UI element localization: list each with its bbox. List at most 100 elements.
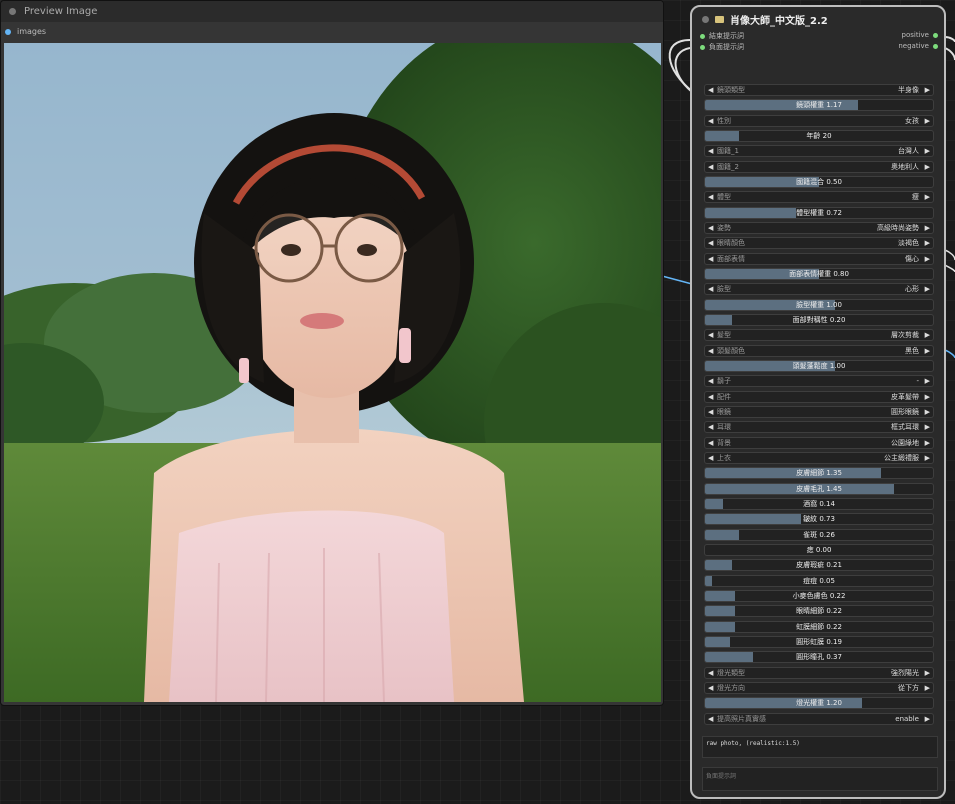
arrow-left-icon[interactable]: ◀ xyxy=(708,85,713,95)
combo-widget[interactable]: ◀ 姿勢 高級時尚姿勢 ▶ xyxy=(704,221,934,234)
arrow-right-icon[interactable]: ▶ xyxy=(925,284,930,294)
slider-widget[interactable]: 面部對稱性 0.20 xyxy=(704,313,934,326)
arrow-right-icon[interactable]: ▶ xyxy=(925,192,930,202)
arrow-left-icon[interactable]: ◀ xyxy=(708,346,713,356)
slider-widget[interactable]: 燈光權重 1.20 xyxy=(704,697,934,710)
slider-widget[interactable]: 酒窩 0.14 xyxy=(704,497,934,510)
combo-widget[interactable]: ◀ 體型 瘦 ▶ xyxy=(704,191,934,204)
arrow-left-icon[interactable]: ◀ xyxy=(708,422,713,432)
images-input-socket-icon[interactable] xyxy=(5,28,11,35)
slider-widget[interactable]: 眼睛細節 0.22 xyxy=(704,605,934,618)
combo-widget[interactable]: ◀ 燈光方向 從下方 ▶ xyxy=(704,681,934,694)
slider-widget[interactable]: 皮膚細節 1.35 xyxy=(704,467,934,480)
arrow-right-icon[interactable]: ▶ xyxy=(925,714,930,724)
slider-widget[interactable]: 痣 0.00 xyxy=(704,543,934,556)
arrow-left-icon[interactable]: ◀ xyxy=(708,714,713,724)
images-input-row[interactable]: images xyxy=(1,22,663,41)
slider-widget[interactable]: 虹膜細節 0.22 xyxy=(704,620,934,633)
arrow-right-icon[interactable]: ▶ xyxy=(925,116,930,126)
arrow-right-icon[interactable]: ▶ xyxy=(925,453,930,463)
combo-widget[interactable]: ◀ 性別 女孩 ▶ xyxy=(704,114,934,127)
combo-widget[interactable]: ◀ 耳環 框式耳環 ▶ xyxy=(704,421,934,434)
slider-widget[interactable]: 皮膚瑕疵 0.21 xyxy=(704,559,934,572)
slider-widget[interactable]: 臉型權重 1.00 xyxy=(704,298,934,311)
output-slot[interactable]: negative xyxy=(898,42,938,50)
slider-widget[interactable]: 小麥色膚色 0.22 xyxy=(704,589,934,602)
arrow-right-icon[interactable]: ▶ xyxy=(925,85,930,95)
combo-widget[interactable]: ◀ 上衣 公主緞禮服 ▶ xyxy=(704,451,934,464)
slider-widget[interactable]: 年齡 20 xyxy=(704,129,934,142)
slider-widget[interactable]: 鏡頭權重 1.17 xyxy=(704,99,934,112)
arrow-left-icon[interactable]: ◀ xyxy=(708,683,713,693)
slider-widget[interactable]: 面部表情權重 0.80 xyxy=(704,267,934,280)
collapse-dot-icon[interactable] xyxy=(702,15,709,23)
arrow-left-icon[interactable]: ◀ xyxy=(708,453,713,463)
arrow-right-icon[interactable]: ▶ xyxy=(925,330,930,340)
arrow-right-icon[interactable]: ▶ xyxy=(925,392,930,402)
arrow-left-icon[interactable]: ◀ xyxy=(708,116,713,126)
arrow-left-icon[interactable]: ◀ xyxy=(708,254,713,264)
arrow-left-icon[interactable]: ◀ xyxy=(708,668,713,678)
arrow-left-icon[interactable]: ◀ xyxy=(708,438,713,448)
arrow-right-icon[interactable]: ▶ xyxy=(925,238,930,248)
positive-prompt-textbox[interactable]: raw photo, (realistic:1.5) xyxy=(702,736,938,758)
slider-widget[interactable]: 國籍混合 0.50 xyxy=(704,175,934,188)
arrow-right-icon[interactable]: ▶ xyxy=(925,422,930,432)
arrow-left-icon[interactable]: ◀ xyxy=(708,407,713,417)
preview-image-node[interactable]: Preview Image images xyxy=(0,0,664,706)
output-socket-icon[interactable] xyxy=(933,43,938,49)
arrow-left-icon[interactable]: ◀ xyxy=(708,238,713,248)
preview-node-title-bar[interactable]: Preview Image xyxy=(1,1,663,22)
arrow-right-icon[interactable]: ▶ xyxy=(925,162,930,172)
slider-widget[interactable]: 體型權重 0.72 xyxy=(704,206,934,219)
arrow-left-icon[interactable]: ◀ xyxy=(708,146,713,156)
arrow-right-icon[interactable]: ▶ xyxy=(925,668,930,678)
arrow-left-icon[interactable]: ◀ xyxy=(708,376,713,386)
output-slot[interactable]: positive xyxy=(902,31,938,39)
negative-prompt-textbox[interactable]: 負面提示詞 xyxy=(702,767,938,791)
arrow-right-icon[interactable]: ▶ xyxy=(925,223,930,233)
combo-widget[interactable]: ◀ 國籍_1 台灣人 ▶ xyxy=(704,145,934,158)
slider-widget[interactable]: 圓形瞳孔 0.37 xyxy=(704,651,934,664)
arrow-right-icon[interactable]: ▶ xyxy=(925,683,930,693)
slider-widget[interactable]: 皺紋 0.73 xyxy=(704,513,934,526)
combo-widget[interactable]: ◀ 鬍子 - ▶ xyxy=(704,375,934,388)
output-socket-icon[interactable] xyxy=(933,32,938,38)
slider-widget[interactable]: 頭髮蓬鬆度 1.00 xyxy=(704,359,934,372)
arrow-right-icon[interactable]: ▶ xyxy=(925,407,930,417)
arrow-right-icon[interactable]: ▶ xyxy=(925,346,930,356)
arrow-left-icon[interactable]: ◀ xyxy=(708,162,713,172)
slider-widget[interactable]: 皮膚毛孔 1.45 xyxy=(704,482,934,495)
input-socket-icon[interactable] xyxy=(700,33,705,39)
arrow-left-icon[interactable]: ◀ xyxy=(708,392,713,402)
portrait-master-node[interactable]: 肖像大師_中文版_2.2 結束提示詞 positive 負面提示詞 negati… xyxy=(690,5,946,799)
combo-widget[interactable]: ◀ 國籍_2 奧地利人 ▶ xyxy=(704,160,934,173)
combo-widget[interactable]: ◀ 配件 皮革髮帶 ▶ xyxy=(704,390,934,403)
slider-widget[interactable]: 雀斑 0.26 xyxy=(704,528,934,541)
combo-widget[interactable]: ◀ 眼睛顏色 淡褐色 ▶ xyxy=(704,237,934,250)
input-socket-icon[interactable] xyxy=(700,44,705,50)
input-slot[interactable]: 負面提示詞 xyxy=(700,42,744,52)
combo-widget[interactable]: ◀ 頭髮顏色 黑色 ▶ xyxy=(704,344,934,357)
combo-widget[interactable]: ◀ 鏡頭類型 半身像 ▶ xyxy=(704,84,934,96)
arrow-right-icon[interactable]: ▶ xyxy=(925,254,930,264)
master-node-title-bar[interactable]: 肖像大師_中文版_2.2 xyxy=(692,7,944,31)
arrow-right-icon[interactable]: ▶ xyxy=(925,438,930,448)
combo-widget[interactable]: ◀ 背景 公園綠地 ▶ xyxy=(704,436,934,449)
combo-widget[interactable]: ◀ 髮型 層次剪裁 ▶ xyxy=(704,329,934,342)
arrow-left-icon[interactable]: ◀ xyxy=(708,284,713,294)
combo-widget[interactable]: ◀ 面部表情 傷心 ▶ xyxy=(704,252,934,265)
collapse-dot-icon[interactable] xyxy=(9,8,16,15)
combo-widget[interactable]: ◀ 臉型 心形 ▶ xyxy=(704,283,934,296)
slider-widget[interactable]: 圓形虹膜 0.19 xyxy=(704,635,934,648)
combo-widget[interactable]: ◀ 提高照片真實感 enable ▶ xyxy=(704,712,934,725)
arrow-left-icon[interactable]: ◀ xyxy=(708,223,713,233)
combo-widget[interactable]: ◀ 眼鏡 圓形眼鏡 ▶ xyxy=(704,405,934,418)
input-slot[interactable]: 結束提示詞 xyxy=(700,31,744,41)
arrow-left-icon[interactable]: ◀ xyxy=(708,330,713,340)
combo-widget[interactable]: ◀ 燈光類型 強烈陽光 ▶ xyxy=(704,666,934,679)
arrow-right-icon[interactable]: ▶ xyxy=(925,376,930,386)
arrow-right-icon[interactable]: ▶ xyxy=(925,146,930,156)
slider-widget[interactable]: 痘痘 0.05 xyxy=(704,574,934,587)
arrow-left-icon[interactable]: ◀ xyxy=(708,192,713,202)
